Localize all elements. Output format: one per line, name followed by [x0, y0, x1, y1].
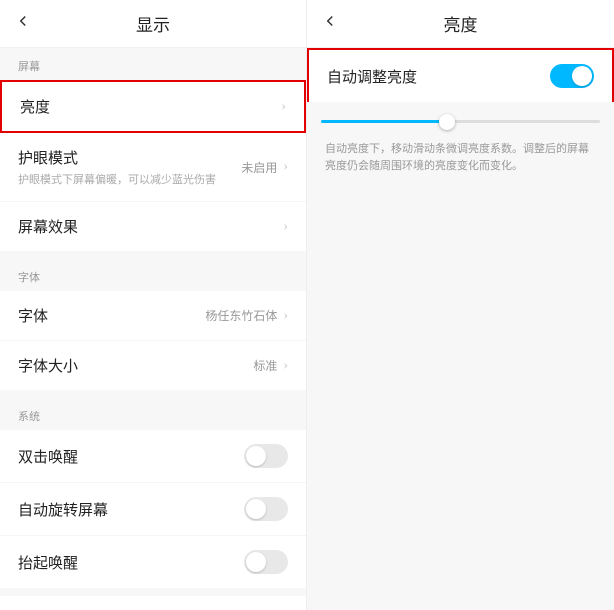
font-size-row[interactable]: 字体大小 标准 › — [0, 341, 306, 390]
slider-thumb[interactable] — [439, 114, 455, 130]
chevron-right-icon: › — [283, 219, 288, 235]
eyecare-value: 未启用 — [241, 159, 277, 176]
eyecare-label: 护眼模式 — [18, 147, 241, 168]
bottom-fill — [0, 596, 306, 610]
doubletap-label: 双击唤醒 — [18, 446, 244, 467]
back-icon[interactable] — [14, 12, 32, 35]
autorotate-label: 自动旋转屏幕 — [18, 499, 244, 520]
chevron-right-icon: › — [283, 159, 288, 175]
page-title: 显示 — [0, 11, 306, 36]
chevron-right-icon: › — [283, 358, 288, 374]
section-label-screen: 屏幕 — [0, 48, 306, 80]
chevron-right-icon: › — [281, 99, 286, 115]
doubletap-toggle[interactable] — [244, 444, 288, 468]
bottom-fill — [307, 182, 614, 610]
lift-toggle[interactable] — [244, 550, 288, 574]
back-icon[interactable] — [321, 12, 339, 35]
brightness-slider[interactable] — [321, 120, 600, 123]
display-settings-screen: 显示 屏幕 亮度 › 护眼模式 护眼模式下屏幕偏暖，可以减少蓝光伤害 未启用 ›… — [0, 0, 307, 610]
slider-fill — [321, 120, 447, 123]
screen-effect-row[interactable]: 屏幕效果 › — [0, 202, 306, 251]
font-value: 杨任东竹石体 — [205, 307, 277, 324]
eyecare-row[interactable]: 护眼模式 护眼模式下屏幕偏暖，可以减少蓝光伤害 未启用 › — [0, 133, 306, 202]
auto-brightness-toggle[interactable] — [550, 64, 594, 88]
page-title: 亮度 — [307, 11, 614, 36]
autorotate-row[interactable]: 自动旋转屏幕 — [0, 483, 306, 536]
auto-brightness-group: 自动调整亮度 — [307, 48, 614, 102]
brightness-settings-screen: 亮度 自动调整亮度 自动亮度下，移动滑动条微调亮度系数。调整后的屏幕亮度仍会随周… — [307, 0, 614, 610]
font-group: 字体 杨任东竹石体 › 字体大小 标准 › — [0, 291, 306, 390]
auto-brightness-row[interactable]: 自动调整亮度 — [307, 48, 614, 102]
font-size-value: 标准 — [253, 357, 277, 374]
header: 亮度 — [307, 0, 614, 48]
screen-group: 亮度 › 护眼模式 护眼模式下屏幕偏暖，可以减少蓝光伤害 未启用 › 屏幕效果 … — [0, 80, 306, 251]
chevron-right-icon: › — [283, 308, 288, 324]
font-size-label: 字体大小 — [18, 355, 253, 376]
autorotate-toggle[interactable] — [244, 497, 288, 521]
brightness-help-text: 自动亮度下，移动滑动条微调亮度系数。调整后的屏幕亮度仍会随周围环境的亮度变化而变… — [307, 133, 614, 182]
eyecare-sublabel: 护眼模式下屏幕偏暖，可以减少蓝光伤害 — [18, 171, 241, 187]
brightness-label: 亮度 — [20, 96, 281, 117]
brightness-slider-wrap — [307, 102, 614, 133]
section-label-system: 系统 — [0, 398, 306, 430]
lift-row[interactable]: 抬起唤醒 — [0, 536, 306, 588]
doubletap-row[interactable]: 双击唤醒 — [0, 430, 306, 483]
screen-effect-label: 屏幕效果 — [18, 216, 283, 237]
auto-brightness-label: 自动调整亮度 — [327, 66, 550, 87]
header: 显示 — [0, 0, 306, 48]
section-label-font: 字体 — [0, 259, 306, 291]
system-group: 双击唤醒 自动旋转屏幕 抬起唤醒 — [0, 430, 306, 588]
font-row[interactable]: 字体 杨任东竹石体 › — [0, 291, 306, 341]
brightness-row[interactable]: 亮度 › — [0, 80, 306, 133]
font-label: 字体 — [18, 305, 205, 326]
lift-label: 抬起唤醒 — [18, 552, 244, 573]
